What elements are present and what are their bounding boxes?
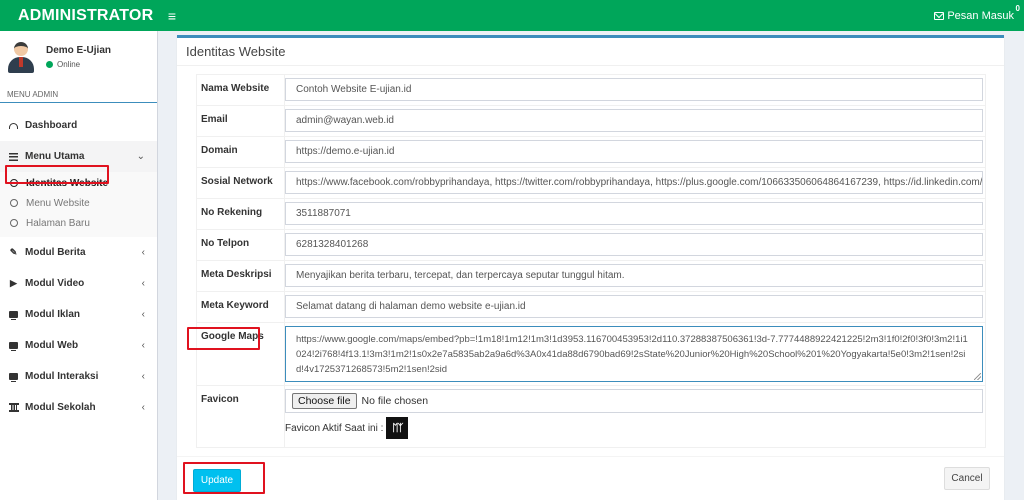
bank-icon bbox=[8, 403, 19, 412]
phone-input[interactable]: 6281328401268 bbox=[285, 233, 983, 256]
monitor-icon bbox=[8, 311, 19, 320]
field-label: Email bbox=[196, 105, 285, 137]
hamburger-icon: ≡ bbox=[167, 7, 177, 24]
sidebar-subitem-menu-website[interactable]: Menu Website bbox=[0, 193, 157, 213]
update-button[interactable]: Update bbox=[193, 469, 241, 492]
brand-logo-text[interactable]: ADMINISTRATOR bbox=[0, 7, 158, 25]
inbox-messages-link[interactable]: Pesan Masuk 0 bbox=[934, 4, 1024, 22]
menu-header: MENU ADMIN bbox=[0, 83, 157, 103]
circle-icon bbox=[10, 179, 18, 187]
table-row: No Telpon 6281328401268 bbox=[196, 229, 986, 261]
submenu-menu-utama: Identitas Website Menu Website Halaman B… bbox=[0, 172, 157, 237]
current-favicon: Favicon Aktif Saat ini : ᛖᛉ bbox=[285, 413, 985, 443]
play-icon: ▶ bbox=[10, 278, 17, 288]
sidebar: Demo E-Ujian Online MENU ADMIN Dashboard… bbox=[0, 31, 158, 500]
sidebar-toggle-button[interactable]: ≡ bbox=[158, 8, 186, 24]
meta-keyword-input[interactable]: Selamat datang di halaman demo website e… bbox=[285, 295, 983, 318]
sidebar-item-modul-berita[interactable]: ✎ Modul Berita ‹ bbox=[0, 237, 157, 268]
envelope-icon bbox=[934, 11, 945, 20]
table-row: Email admin@wayan.web.id bbox=[196, 105, 986, 137]
sidebar-item-modul-interaksi[interactable]: Modul Interaksi ‹ bbox=[0, 361, 157, 392]
inbox-label: Pesan Masuk bbox=[947, 9, 1014, 22]
field-label: No Telpon bbox=[196, 229, 285, 261]
no-file-text: No file chosen bbox=[361, 395, 429, 407]
nama-website-input[interactable]: Contoh Website E-ujian.id bbox=[285, 78, 983, 101]
sidebar-item-modul-video[interactable]: ▶ Modul Video ‹ bbox=[0, 268, 157, 299]
sidebar-subitem-halaman-baru[interactable]: Halaman Baru bbox=[0, 213, 157, 233]
sidebar-subitem-identitas-website[interactable]: Identitas Website bbox=[0, 173, 157, 193]
circle-icon bbox=[10, 219, 18, 227]
sidebar-item-modul-web[interactable]: Modul Web ‹ bbox=[0, 330, 157, 361]
favicon-file-input: Choose file No file chosen bbox=[285, 389, 983, 413]
sidebar-item-modul-iklan[interactable]: Modul Iklan ‹ bbox=[0, 299, 157, 330]
dashboard-icon bbox=[8, 122, 19, 129]
field-label: Meta Deskripsi bbox=[196, 260, 285, 292]
table-row: Favicon Choose file No file chosen Favic… bbox=[196, 385, 986, 448]
field-label: Favicon bbox=[196, 385, 285, 448]
form-footer: Update Cancel bbox=[177, 456, 1004, 500]
monitor-icon bbox=[8, 342, 19, 351]
chevron-left-icon: ‹ bbox=[141, 278, 145, 289]
table-row: Sosial Network https://www.facebook.com/… bbox=[196, 167, 986, 199]
choose-file-button[interactable]: Choose file bbox=[292, 393, 357, 409]
chevron-left-icon: ‹ bbox=[141, 247, 145, 258]
monitor-icon bbox=[8, 373, 19, 382]
cancel-button[interactable]: Cancel bbox=[944, 467, 990, 490]
domain-input[interactable]: https://demo.e-ujian.id bbox=[285, 140, 983, 163]
inbox-count-badge: 0 bbox=[1015, 3, 1020, 13]
field-label: Domain bbox=[196, 136, 285, 168]
field-label: Sosial Network bbox=[196, 167, 285, 199]
list-icon bbox=[8, 152, 19, 161]
top-navbar: ADMINISTRATOR ≡ Pesan Masuk 0 bbox=[0, 0, 1024, 31]
table-row: Google Maps https://www.google.com/maps/… bbox=[196, 322, 986, 386]
circle-icon bbox=[10, 199, 18, 207]
table-row: Nama Website Contoh Website E-ujian.id bbox=[196, 74, 986, 106]
chevron-left-icon: ‹ bbox=[141, 402, 145, 413]
field-label: Nama Website bbox=[196, 74, 285, 106]
field-label: No Rekening bbox=[196, 198, 285, 230]
sidebar-item-menu-utama[interactable]: Menu Utama ⌄ bbox=[0, 141, 157, 172]
email-input[interactable]: admin@wayan.web.id bbox=[285, 109, 983, 132]
sidebar-item-modul-sekolah[interactable]: Modul Sekolah ‹ bbox=[0, 392, 157, 423]
identitas-website-panel: Identitas Website Nama Website Contoh We… bbox=[177, 35, 1004, 500]
field-label: Meta Keyword bbox=[196, 291, 285, 323]
resize-handle-icon[interactable] bbox=[974, 373, 981, 380]
chevron-left-icon: ‹ bbox=[141, 340, 145, 351]
field-label: Google Maps bbox=[196, 322, 285, 386]
table-row: Domain https://demo.e-ujian.id bbox=[196, 136, 986, 168]
table-row: No Rekening 3511887071 bbox=[196, 198, 986, 230]
chevron-down-icon: ⌄ bbox=[136, 151, 145, 162]
user-name: Demo E-Ujian bbox=[46, 45, 112, 56]
identity-form-table: Nama Website Contoh Website E-ujian.id E… bbox=[196, 74, 986, 448]
user-panel: Demo E-Ujian Online bbox=[0, 31, 157, 83]
table-row: Meta Deskripsi Menyajikan berita terbaru… bbox=[196, 260, 986, 292]
social-network-input[interactable]: https://www.facebook.com/robbyprihandaya… bbox=[285, 171, 983, 194]
pencil-icon: ✎ bbox=[9, 247, 18, 257]
table-row: Meta Keyword Selamat datang di halaman d… bbox=[196, 291, 986, 323]
avatar bbox=[6, 40, 36, 74]
sidebar-item-dashboard[interactable]: Dashboard bbox=[0, 110, 157, 141]
meta-description-input[interactable]: Menyajikan berita terbaru, tercepat, dan… bbox=[285, 264, 983, 287]
online-status-dot-icon bbox=[46, 61, 53, 68]
bank-account-input[interactable]: 3511887071 bbox=[285, 202, 983, 225]
user-status: Online bbox=[46, 60, 111, 69]
chevron-left-icon: ‹ bbox=[141, 371, 145, 382]
google-maps-textarea[interactable]: https://www.google.com/maps/embed?pb=!1m… bbox=[285, 326, 983, 382]
page-title: Identitas Website bbox=[177, 38, 1004, 66]
favicon-logo-icon: ᛖᛉ bbox=[386, 417, 409, 439]
chevron-left-icon: ‹ bbox=[141, 309, 145, 320]
